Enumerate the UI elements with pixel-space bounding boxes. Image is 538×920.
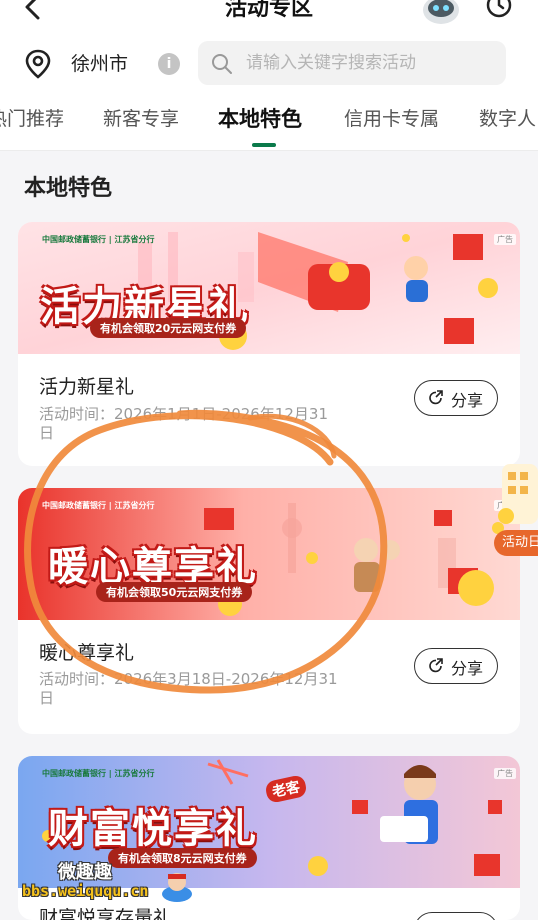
tab-credit-card[interactable]: 信用卡专属 — [344, 104, 439, 131]
info-icon[interactable]: i — [158, 53, 180, 75]
bank-logo: 中国邮政储蓄银行 | 江苏省分行 — [42, 769, 155, 778]
activity-card-2[interactable]: 中国邮政储蓄银行 | 江苏省分行 广告 暖心尊享礼 有机会领取50元云网支付券 … — [18, 488, 520, 734]
tab-local-feature[interactable]: 本地特色 — [218, 103, 302, 133]
tab-digital-human[interactable]: 数字人 — [479, 104, 536, 131]
watermark-url: bbs.weiququ.cn — [22, 882, 149, 900]
search-input[interactable] — [246, 49, 498, 77]
share-icon — [429, 658, 443, 673]
banner-subtitle: 有机会领取20元云网支付券 — [90, 318, 247, 338]
activity-name: 暖心尊享礼 — [39, 642, 135, 664]
banner-subtitle: 有机会领取50元云网支付券 — [96, 582, 253, 602]
watermark-mascot-icon — [162, 873, 192, 902]
activity-time: 活动时间：2026年1月1日-2026年12月31 日 — [39, 405, 379, 443]
share-label: 分享 — [451, 391, 484, 410]
tab-new-customer[interactable]: 新客专享 — [103, 104, 179, 131]
share-button[interactable]: 分享 — [414, 648, 498, 684]
activity-time-line1: 活动时间：2026年3月18日-2026年12月31 — [39, 670, 338, 688]
bank-logo: 中国邮政储蓄银行 | 江苏省分行 — [42, 501, 155, 510]
section-title: 本地特色 — [24, 176, 113, 201]
share-button[interactable]: 分享 — [414, 912, 498, 920]
activity-time-line2: 日 — [39, 689, 55, 707]
city-selector[interactable]: 徐州市 — [71, 49, 128, 76]
search-icon — [212, 54, 232, 74]
category-tabs: 热门推荐 新客专享 本地特色 信用卡专属 数字人 — [0, 104, 538, 146]
tab-hot-recommend[interactable]: 热门推荐 — [0, 104, 64, 131]
share-icon — [429, 390, 443, 405]
activity-time-line1: 活动时间：2026年1月1日-2026年12月31 — [39, 405, 329, 423]
activity-name: 财富悦享存量礼 — [39, 907, 173, 920]
banner-title: 财富悦享礼 — [48, 805, 258, 852]
location-pin-icon[interactable] — [24, 49, 52, 79]
activity-time: 活动时间：2026年3月18日-2026年12月31 日 — [39, 670, 379, 708]
header-divider — [0, 150, 538, 151]
history-icon[interactable] — [484, 0, 514, 20]
activity-card-1[interactable]: 中国邮政储蓄银行 | 江苏省分行 广告 活力新星礼 有机会领取20元云网支付券 … — [18, 222, 520, 466]
bank-logo: 中国邮政储蓄银行 | 江苏省分行 — [42, 235, 155, 244]
robot-mascot-icon[interactable] — [418, 0, 464, 24]
active-tab-indicator — [252, 143, 276, 147]
ad-tag: 广告 — [494, 768, 516, 779]
search-box[interactable] — [198, 41, 506, 85]
watermark-text: 微趣趣 — [58, 862, 112, 883]
activity-name: 活力新星礼 — [39, 376, 135, 398]
share-label: 分享 — [451, 659, 484, 678]
banner-subtitle: 有机会领取8元云网支付券 — [108, 848, 257, 868]
activity-time-line2: 日 — [39, 424, 55, 442]
ad-tag: 广告 — [494, 234, 516, 245]
share-button[interactable]: 分享 — [414, 380, 498, 416]
activity-day-float-label[interactable]: 活动日 — [494, 530, 538, 556]
top-bar: 活动专区 徐州市 i 热门推荐 新客专享 本地特色 信用卡专属 数字人 — [0, 0, 538, 151]
